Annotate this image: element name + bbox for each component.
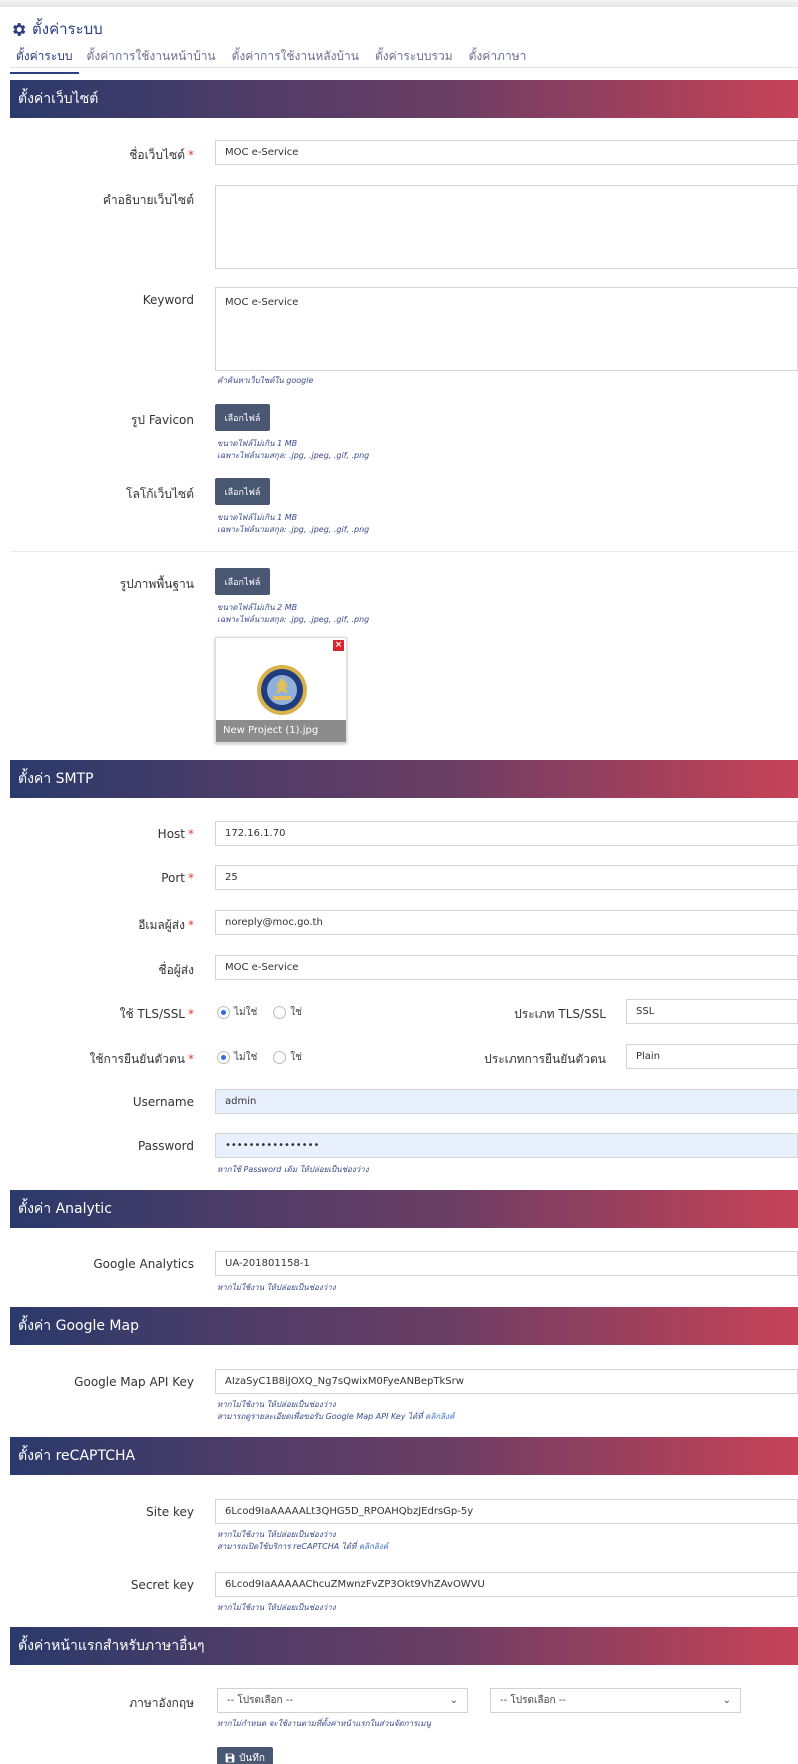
website-description-label: คำอธิบายเว็บไซต์ <box>102 193 194 207</box>
tab-bar: ตั้งค่าระบบ ตั้งค่าการใช้งานหน้าบ้าน ตั้… <box>10 42 534 74</box>
background-label: รูปภาพพื้นฐาน <box>119 577 194 591</box>
secret-key-label: Secret key <box>130 1578 194 1592</box>
save-label: บันทึก <box>239 1752 265 1764</box>
logo-ext-hint: เฉพาะไฟล์นามสกุล: .jpg, .jpeg, .gif, .pn… <box>217 525 370 534</box>
tls-label: ใช้ TLS/SSL * <box>119 1007 194 1021</box>
auth-radio-group: ไม่ใช่ ใช่ <box>217 1050 302 1065</box>
tls-no-radio[interactable]: ไม่ใช่ <box>217 1005 257 1020</box>
tab-language[interactable]: ตั้งค่าภาษา <box>461 42 535 74</box>
tab-backend[interactable]: ตั้งค่าการใช้งานหลังบ้าน <box>224 42 367 74</box>
page-title-text: ตั้งค่าระบบ <box>32 20 103 38</box>
favicon-label: รูป Favicon <box>130 413 194 427</box>
save-icon <box>225 1753 235 1763</box>
password-label: Password <box>137 1139 194 1153</box>
english-select-1-value: -- โปรดเลือก -- <box>227 1695 293 1706</box>
page-title: ตั้งค่าระบบ <box>10 17 103 41</box>
background-ext-hint: เฉพาะไฟล์นามสกุล: .jpg, .jpeg, .gif, .pn… <box>217 615 370 624</box>
username-input[interactable]: admin <box>215 1089 798 1114</box>
chevron-down-icon: ⌄ <box>722 1695 731 1706</box>
tab-general[interactable]: ตั้งค่าระบบรวม <box>367 42 461 74</box>
tls-yes-radio[interactable]: ใช่ <box>273 1005 302 1020</box>
top-strip <box>0 0 798 7</box>
save-button[interactable]: บันทึก <box>217 1747 273 1764</box>
sender-email-label: อีเมลผู้ส่ง * <box>138 918 194 932</box>
google-map-key-input[interactable]: AIzaSyC1B8iJOXQ_Ng7sQwixM0FyeANBepTkSrw <box>215 1369 798 1394</box>
username-label: Username <box>132 1095 194 1109</box>
tab-divider <box>10 67 798 68</box>
section-website: ตั้งค่าเว็บไซต์ <box>10 80 798 118</box>
auth-no-radio[interactable]: ไม่ใช่ <box>217 1050 257 1065</box>
password-input[interactable]: •••••••••••••••• <box>215 1133 798 1158</box>
host-label: Host * <box>157 827 194 841</box>
tls-type-input[interactable]: SSL <box>626 999 798 1024</box>
recaptcha-link[interactable]: คลิกลิงค์ <box>359 1542 388 1551</box>
secret-key-hint: หากไม่ใช้งาน ให้ปล่อยเป็นช่องว่าง <box>217 1603 336 1612</box>
site-key-label: Site key <box>146 1505 194 1519</box>
favicon-choose-file-button[interactable]: เลือกไฟล์ <box>215 404 270 431</box>
keyword-label: Keyword <box>142 293 194 307</box>
section-google-map: ตั้งค่า Google Map <box>10 1307 798 1345</box>
analytics-hint: หากไม่ใช้งาน ให้ปล่อยเป็นช่องว่าง <box>217 1283 336 1292</box>
host-input[interactable]: 172.16.1.70 <box>215 821 798 846</box>
auth-type-input[interactable]: Plain <box>626 1044 798 1069</box>
port-input[interactable]: 25 <box>215 865 798 890</box>
keyword-hint: คำค้นหาเว็บไซต์ใน google <box>217 376 314 385</box>
tls-radio-group: ไม่ใช่ ใช่ <box>217 1005 302 1020</box>
port-label: Port * <box>161 871 194 885</box>
google-map-hint-link-line: สามารถดูรายละเอียดเพื่อขอรับ Google Map … <box>217 1412 455 1421</box>
google-map-link[interactable]: คลิกลิงค์ <box>425 1412 454 1421</box>
auth-label: ใช้การยืนยันตัวตน * <box>89 1052 194 1066</box>
auth-yes-radio[interactable]: ใช่ <box>273 1050 302 1065</box>
keyword-textarea[interactable]: MOC e-Service <box>215 287 798 371</box>
tls-type-label: ประเภท TLS/SSL <box>514 1007 606 1021</box>
recaptcha-hint-link-line: สามารถเปิดใช้บริการ reCAPTCHA ได้ที่ คลิ… <box>217 1542 389 1551</box>
preview-filename: New Project (1).jpg <box>216 720 346 742</box>
website-name-label: ชื่อเว็บไซต์ * <box>129 148 194 162</box>
remove-image-icon[interactable]: × <box>333 640 344 651</box>
site-key-input[interactable]: 6Lcod9IaAAAAALt3QHG5D_RPOAHQbzJEdrsGp-5y <box>215 1499 798 1524</box>
section-divider <box>10 551 798 552</box>
section-smtp: ตั้งค่า SMTP <box>10 760 798 798</box>
google-map-key-label: Google Map API Key <box>74 1375 194 1389</box>
website-name-input[interactable]: MOC e-Service <box>215 140 798 165</box>
password-hint: หากใช้ Password เดิม ให้ปล่อยเป็นช่องว่า… <box>217 1165 369 1174</box>
section-analytic: ตั้งค่า Analytic <box>10 1190 798 1228</box>
english-label: ภาษาอังกฤษ <box>129 1696 194 1710</box>
logo-label: โลโก้เว็บไซต์ <box>126 487 194 501</box>
english-select-1[interactable]: -- โปรดเลือก -- ⌄ <box>217 1688 468 1713</box>
background-preview: × New Project (1).jpg <box>215 637 347 743</box>
section-language: ตั้งค่าหน้าแรกสำหรับภาษาอื่นๆ <box>10 1627 798 1665</box>
auth-type-label: ประเภทการยืนยันตัวตน <box>484 1052 606 1066</box>
analytics-label: Google Analytics <box>93 1257 194 1271</box>
favicon-ext-hint: เฉพาะไฟล์นามสกุล: .jpg, .jpeg, .gif, .pn… <box>217 451 370 460</box>
tab-system[interactable]: ตั้งค่าระบบ <box>10 42 79 74</box>
secret-key-input[interactable]: 6Lcod9IaAAAAAChcuZMwnzFvZP3Okt9VhZAvOWVU <box>215 1572 798 1597</box>
logo-choose-file-button[interactable]: เลือกไฟล์ <box>215 478 270 505</box>
english-select-2[interactable]: -- โปรดเลือก -- ⌄ <box>490 1688 741 1713</box>
website-description-textarea[interactable] <box>215 185 798 269</box>
background-choose-file-button[interactable]: เลือกไฟล์ <box>215 568 270 595</box>
section-recaptcha: ตั้งค่า reCAPTCHA <box>10 1437 798 1475</box>
tab-frontend[interactable]: ตั้งค่าการใช้งานหน้าบ้าน <box>79 42 224 74</box>
sender-name-label: ชื่อผู้ส่ง <box>158 963 194 977</box>
language-hint: หากไม่กำหนด จะใช้งานตามที่ตั้งค่าหน้าแรก… <box>217 1719 431 1728</box>
sender-email-input[interactable]: noreply@moc.go.th <box>215 910 798 935</box>
gear-icon <box>13 22 26 36</box>
analytics-input[interactable]: UA-201801158-1 <box>215 1251 798 1276</box>
chevron-down-icon: ⌄ <box>449 1695 458 1706</box>
english-select-2-value: -- โปรดเลือก -- <box>500 1695 566 1706</box>
sender-name-input[interactable]: MOC e-Service <box>215 955 798 980</box>
emblem-image <box>257 665 307 715</box>
